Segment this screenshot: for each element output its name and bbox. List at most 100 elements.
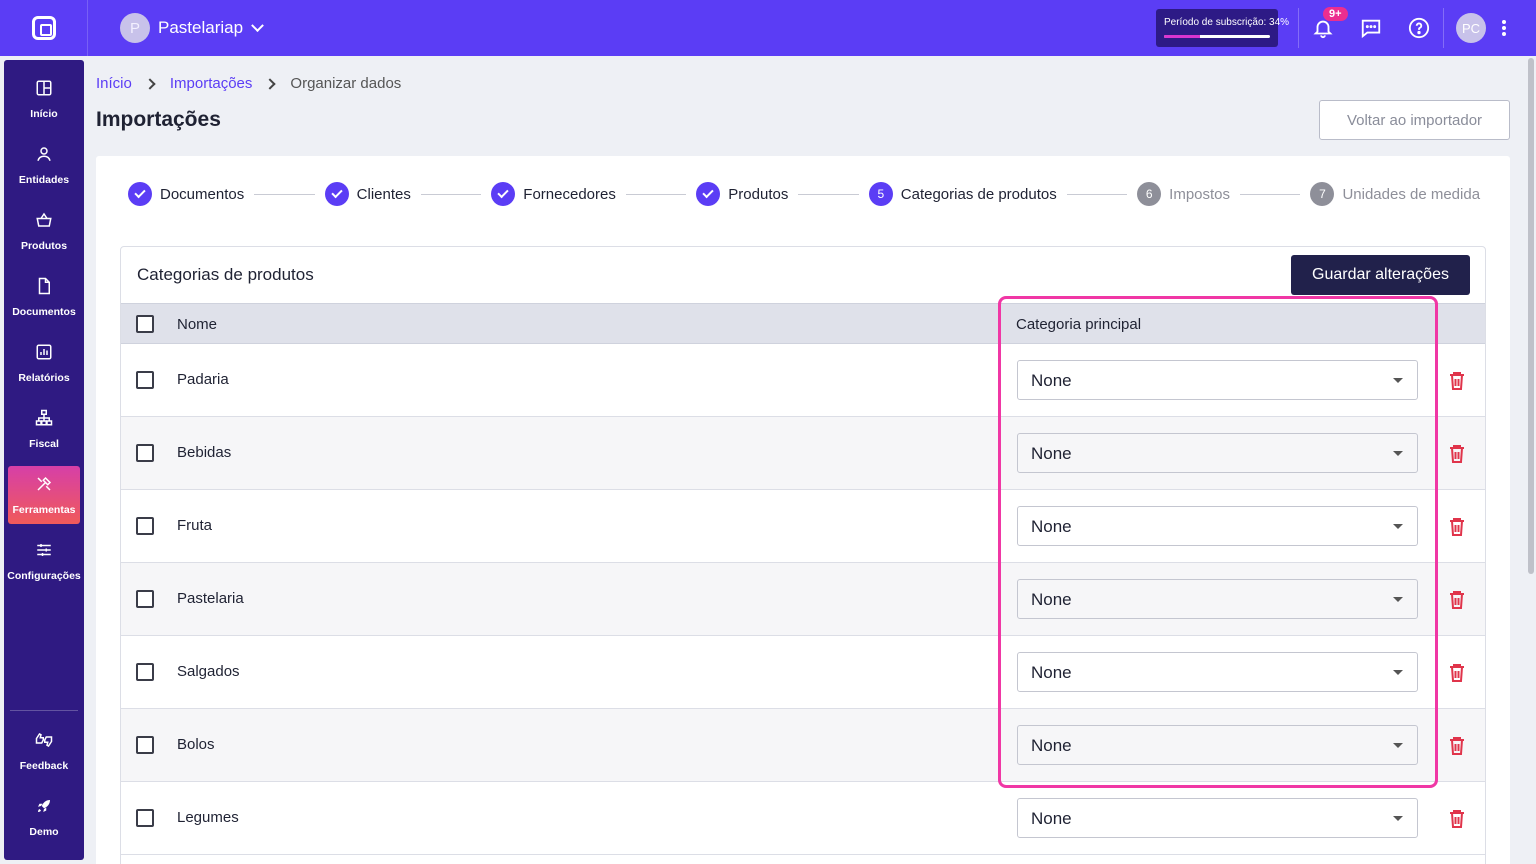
page-scrollbar[interactable] [1526, 56, 1536, 864]
kebab-icon [1502, 20, 1506, 36]
delete-icon[interactable] [1449, 590, 1465, 615]
step-1[interactable]: Documentos [128, 182, 244, 206]
select-value: None [1031, 590, 1072, 609]
import-card: Documentos Clientes Fornecedores Produtos 5 C… [96, 156, 1510, 864]
feedback-icon [34, 731, 54, 754]
sidebar-item-fiscal[interactable]: Fiscal [8, 400, 80, 458]
row-checkbox[interactable] [136, 736, 154, 754]
help-button[interactable] [1395, 0, 1443, 56]
delete-icon[interactable] [1449, 663, 1465, 688]
top-bar: P Pastelariap Período de subscrição: 34%… [0, 0, 1536, 56]
row-checkbox[interactable] [136, 590, 154, 608]
step-label: Clientes [356, 185, 411, 203]
step-6[interactable]: 6 Impostos [1137, 182, 1230, 206]
more-menu-button[interactable] [1486, 0, 1522, 56]
chat-icon [1361, 19, 1381, 39]
company-switcher[interactable]: P Pastelariap [120, 13, 264, 43]
table-row: Legumes None [121, 782, 1485, 855]
select-value: None [1031, 736, 1072, 755]
chart-icon [35, 343, 53, 366]
delete-icon[interactable] [1449, 517, 1465, 542]
step-connector [420, 193, 482, 195]
breadcrumb-imports[interactable]: Importações [170, 75, 253, 92]
sidebar-item-feedback[interactable]: Feedback [8, 722, 80, 780]
column-header-name: Nome [177, 316, 218, 333]
sidebar-item-inicio[interactable]: Início [8, 70, 80, 128]
scrollbar-thumb[interactable] [1528, 58, 1534, 574]
document-icon [35, 277, 53, 300]
messages-button[interactable] [1347, 0, 1395, 56]
breadcrumb-current: Organizar dados [290, 75, 402, 92]
category-name: Pastelaria [177, 590, 244, 607]
sidebar-item-demo[interactable]: Demo [8, 788, 80, 846]
select-value: None [1031, 809, 1072, 828]
sidebar-item-relatorios[interactable]: Relatórios [8, 334, 80, 392]
category-name: Padaria [177, 371, 229, 388]
table-row: Bolos None [121, 709, 1485, 782]
sidebar-item-configuracoes[interactable]: Configurações [7, 532, 81, 590]
sidebar-item-produtos[interactable]: Produtos [8, 202, 80, 260]
delete-icon[interactable] [1449, 444, 1465, 469]
row-checkbox[interactable] [136, 444, 154, 462]
table-row: Fruta None [121, 490, 1485, 563]
parent-category-select[interactable]: None [1017, 579, 1418, 619]
row-checkbox[interactable] [136, 809, 154, 827]
dropdown-arrow-icon [1393, 524, 1403, 529]
person-icon [35, 145, 53, 168]
delete-icon[interactable] [1449, 371, 1465, 396]
category-name: Bebidas [177, 444, 232, 461]
parent-category-select[interactable]: None [1017, 652, 1418, 692]
sidebar-item-entidades[interactable]: Entidades [8, 136, 80, 194]
row-checkbox[interactable] [136, 663, 154, 681]
table-row: Pastelaria None [121, 563, 1485, 636]
app-logo[interactable] [0, 0, 88, 56]
save-changes-button[interactable]: Guardar alterações [1291, 255, 1470, 295]
notification-badge: 9+ [1323, 7, 1348, 21]
sidebar-item-label: Configurações [7, 569, 81, 582]
step-3[interactable]: Fornecedores [491, 182, 616, 206]
user-avatar[interactable]: PC [1456, 13, 1486, 43]
parent-category-select[interactable]: None [1017, 433, 1418, 473]
step-2[interactable]: Clientes [324, 182, 411, 206]
table-header: Nome Categoria principal [121, 303, 1485, 344]
category-name: Legumes [177, 809, 239, 826]
grid-icon [35, 79, 53, 102]
dropdown-arrow-icon [1393, 597, 1403, 602]
sidebar-item-label: Feedback [19, 759, 69, 772]
sliders-icon [35, 541, 53, 564]
company-name: Pastelariap [158, 18, 244, 37]
step-4[interactable]: Produtos [696, 182, 788, 206]
step-connector [1066, 193, 1128, 195]
sidebar-item-documentos[interactable]: Documentos [8, 268, 80, 326]
category-name: Fruta [177, 517, 213, 534]
subscription-period[interactable]: Período de subscrição: 34% [1156, 9, 1289, 47]
help-icon [1408, 17, 1430, 39]
parent-category-select[interactable]: None [1017, 798, 1418, 838]
delete-icon[interactable] [1449, 809, 1465, 834]
breadcrumb-home[interactable]: Início [96, 75, 132, 92]
step-label: Unidades de medida [1342, 185, 1481, 203]
back-to-importer-button[interactable]: Voltar ao importador [1319, 100, 1510, 140]
sidebar-item-ferramentas[interactable]: Ferramentas [8, 466, 80, 524]
category-name: Salgados [177, 663, 240, 680]
step-7[interactable]: 7 Unidades de medida [1310, 182, 1480, 206]
delete-icon[interactable] [1449, 736, 1465, 761]
row-checkbox[interactable] [136, 517, 154, 535]
step-connector [1240, 193, 1301, 195]
notifications-button[interactable]: 9+ [1299, 0, 1348, 56]
step-5[interactable]: 5 Categorias de produtos [868, 182, 1057, 206]
select-all-checkbox[interactable] [136, 315, 154, 333]
rocket-icon [35, 797, 53, 820]
parent-category-select[interactable]: None [1017, 360, 1418, 400]
step-number: 5 [868, 182, 893, 206]
sidebar-divider [10, 710, 78, 711]
step-label: Categorias de produtos [900, 185, 1057, 203]
sidebar-item-label: Documentos [12, 305, 76, 318]
logo-icon [31, 16, 56, 40]
dropdown-arrow-icon [1393, 670, 1403, 675]
select-value: None [1031, 517, 1072, 536]
chevron-right-icon [264, 77, 277, 90]
parent-category-select[interactable]: None [1017, 725, 1418, 765]
parent-category-select[interactable]: None [1017, 506, 1418, 546]
row-checkbox[interactable] [136, 371, 154, 389]
